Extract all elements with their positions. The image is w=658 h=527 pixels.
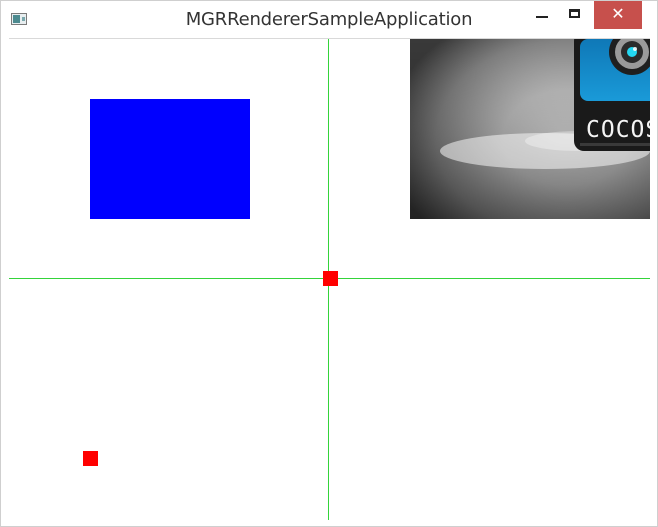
title-bar[interactable]: MGRRendererSampleApplication ✕ <box>1 1 657 38</box>
app-window: MGRRendererSampleApplication ✕ COCO <box>0 0 658 527</box>
red-square-bottom-left <box>83 451 98 466</box>
close-icon: ✕ <box>611 4 625 23</box>
maximize-button[interactable] <box>552 1 596 29</box>
cocos-logo-sprite: COCOS <box>410 39 650 219</box>
render-canvas[interactable]: COCOS <box>9 38 650 520</box>
maximize-icon <box>568 8 580 18</box>
blue-rectangle <box>90 99 250 219</box>
close-button[interactable]: ✕ <box>594 1 642 29</box>
sprite-logo-text: COCOS <box>586 117 650 143</box>
red-square-origin <box>323 271 338 286</box>
minimize-icon <box>536 16 548 18</box>
